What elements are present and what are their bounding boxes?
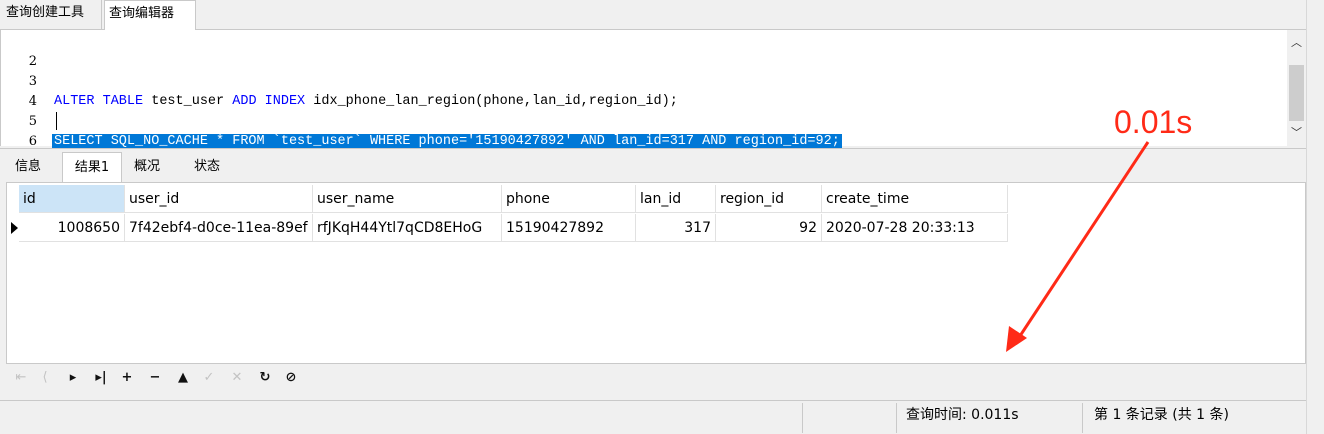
editor-line: 6 bbox=[1, 112, 1281, 149]
query-window: 查询创建工具 查询编辑器 2 3 ALTER TABLE test_user A… bbox=[0, 0, 1324, 434]
tab-status[interactable]: 状态 bbox=[184, 152, 230, 183]
delete-icon[interactable]: − bbox=[146, 368, 164, 388]
last-icon[interactable]: ▸| bbox=[92, 368, 110, 388]
selected-text: SELECT SQL_NO_CACHE * FROM `test_user` W… bbox=[52, 134, 842, 149]
sql-editor[interactable]: 2 3 ALTER TABLE test_user ADD INDEX idx_… bbox=[0, 30, 1306, 149]
column-header-lan-id[interactable]: lan_id bbox=[636, 185, 716, 213]
cell-id[interactable]: 1008650 bbox=[19, 214, 125, 242]
annotation-label: 0.01s bbox=[1114, 104, 1193, 140]
add-icon[interactable]: + bbox=[118, 368, 136, 388]
column-header-user-id[interactable]: user_id bbox=[125, 185, 313, 213]
editor-line: 3 ALTER TABLE test_user ADD INDEX idx_ph… bbox=[1, 52, 1281, 109]
status-divider bbox=[1082, 403, 1083, 433]
refresh-icon[interactable]: ↻ bbox=[256, 368, 274, 388]
editor-line: 4 bbox=[1, 72, 1281, 109]
window-right-edge bbox=[1306, 0, 1324, 434]
column-header-user-name[interactable]: user_name bbox=[313, 185, 502, 213]
editor-line: 5 SELECT SQL_NO_CACHE * FROM `test_user`… bbox=[1, 92, 1281, 149]
cell-user-name[interactable]: rfJKqH44Ytl7qCD8EHoG bbox=[313, 214, 502, 242]
column-header-phone[interactable]: phone bbox=[502, 185, 636, 213]
tab-info[interactable]: 信息 bbox=[6, 152, 50, 183]
editor-vertical-scrollbar[interactable]: ︿ ﹀ bbox=[1287, 30, 1306, 146]
column-header-region-id[interactable]: region_id bbox=[716, 185, 822, 213]
cell-lan-id[interactable]: 317 bbox=[636, 214, 716, 242]
scroll-up-icon[interactable]: ︿ bbox=[1290, 36, 1303, 50]
text-caret bbox=[56, 112, 57, 130]
query-time-label: 查询时间: 0.011s bbox=[906, 407, 1019, 423]
apply-icon[interactable]: ▲ bbox=[174, 368, 192, 388]
prev-icon[interactable]: ⟨ bbox=[36, 368, 54, 388]
cell-user-id[interactable]: 7f42ebf4-d0ce-11ea-89ef bbox=[125, 214, 313, 242]
cell-create-time[interactable]: 2020-07-28 20:33:13 bbox=[822, 214, 1008, 242]
status-bar: 查询时间: 0.011s 第 1 条记录 (共 1 条) bbox=[0, 400, 1306, 434]
top-tab-bar: 查询创建工具 查询编辑器 bbox=[0, 0, 1324, 31]
result-tab-bar: 信息 结果1 概况 状态 bbox=[0, 148, 1306, 183]
grid-toolbar: ⇤ ⟨ ▸ ▸| + − ▲ ✓ ✕ ↻ ⊘ bbox=[6, 366, 1306, 390]
current-row-icon bbox=[11, 222, 18, 234]
tab-profile[interactable]: 概况 bbox=[124, 152, 170, 183]
cell-phone[interactable]: 15190427892 bbox=[502, 214, 636, 242]
clear-icon[interactable]: ✕ bbox=[228, 368, 246, 388]
column-header-id[interactable]: id bbox=[19, 185, 125, 213]
tab-result1[interactable]: 结果1 bbox=[62, 152, 122, 183]
status-divider bbox=[802, 403, 803, 433]
cancel-icon[interactable]: ✓ bbox=[200, 368, 218, 388]
scrollbar-thumb[interactable] bbox=[1289, 65, 1304, 121]
stop-icon[interactable]: ⊘ bbox=[282, 368, 300, 388]
tab-query-builder[interactable]: 查询创建工具 bbox=[2, 0, 102, 30]
editor-line: 2 bbox=[1, 32, 1281, 69]
record-count-label: 第 1 条记录 (共 1 条) bbox=[1094, 407, 1229, 423]
cell-region-id[interactable]: 92 bbox=[716, 214, 822, 242]
next-icon[interactable]: ▸ bbox=[64, 368, 82, 388]
scroll-down-icon[interactable]: ﹀ bbox=[1290, 126, 1303, 140]
result-grid[interactable]: id user_id user_name phone lan_id region… bbox=[6, 182, 1306, 364]
column-header-create-time[interactable]: create_time bbox=[822, 185, 1008, 213]
status-divider bbox=[896, 403, 897, 433]
tab-query-editor[interactable]: 查询编辑器 bbox=[104, 0, 196, 31]
first-icon[interactable]: ⇤ bbox=[12, 368, 30, 388]
